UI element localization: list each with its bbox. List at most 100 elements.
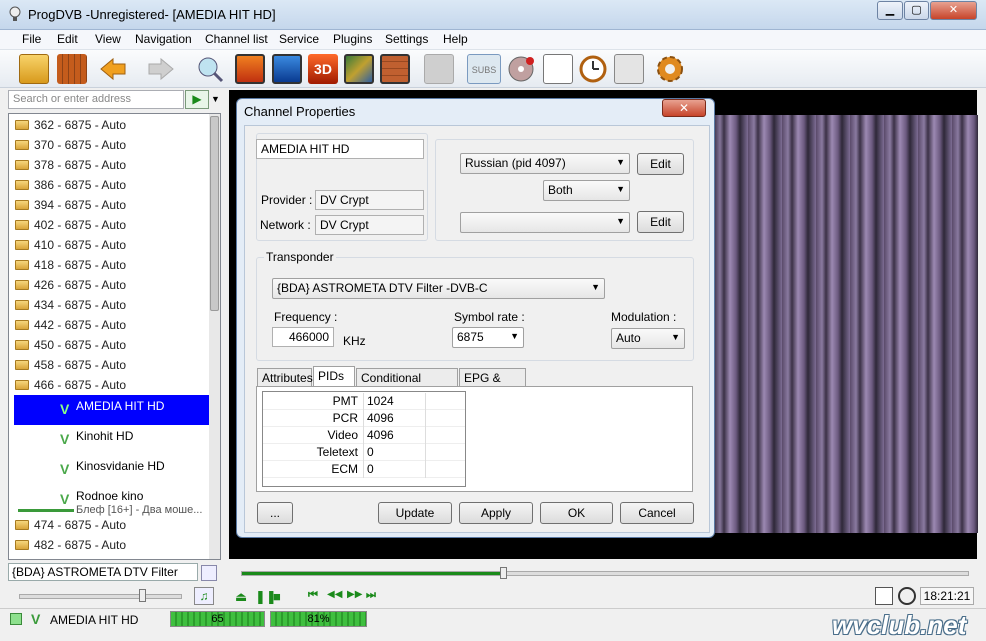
transponder-item[interactable]: 386 - 6875 - Auto [9,175,209,195]
transponder-item[interactable]: 394 - 6875 - Auto [9,195,209,215]
transponder-item[interactable]: 450 - 6875 - Auto [9,335,209,355]
menu-navigation[interactable]: Navigation [135,32,192,46]
address-input[interactable]: Search or enter address [8,90,184,109]
menu-file[interactable]: File [22,32,41,46]
more-button[interactable]: ... [257,502,293,524]
list-view-icon[interactable] [201,565,217,581]
device-select[interactable]: {BDA} ASTROMETA DTV Filter -DVB-C ▼ [272,278,605,299]
settings-gear-icon[interactable] [655,54,685,84]
volume-slider[interactable] [19,594,182,599]
frequency-field[interactable]: 466000 [272,327,334,347]
timer-clock-icon[interactable] [898,587,916,605]
transponder-item[interactable]: 434 - 6875 - Auto [9,295,209,315]
transponder-item[interactable]: 402 - 6875 - Auto [9,215,209,235]
scrollbar-thumb[interactable] [210,116,219,311]
monitor-icon[interactable] [235,54,265,84]
ok-button[interactable]: OK [540,502,613,524]
cancel-button[interactable]: Cancel [620,502,694,524]
menu-channel-list[interactable]: Channel list [205,32,268,46]
subtitles-icon[interactable]: SUBS [467,54,501,84]
menu-service[interactable]: Service [279,32,319,46]
chevron-down-icon: ▼ [616,184,625,194]
transponder-item[interactable]: 410 - 6875 - Auto [9,235,209,255]
toolbar: 3D SUBS [0,50,986,88]
dialog-close-button[interactable]: ✕ [662,99,706,117]
modulation-select[interactable]: Auto ▼ [611,328,685,349]
network-field[interactable]: DV Crypt [315,215,424,235]
folder-icon [15,120,29,130]
tab-conditional-access[interactable]: Conditional Access [356,368,458,399]
previous-icon[interactable]: ⏮ [308,589,318,602]
epg-document-icon[interactable] [543,54,573,84]
menu-edit[interactable]: Edit [57,32,78,46]
back-arrow-icon[interactable] [98,54,128,84]
channel-item[interactable]: V Kinosvidanie HD [14,455,210,485]
volume-thumb[interactable] [139,589,146,602]
transponder-item[interactable]: 482 - 6875 - Auto [9,535,209,555]
channel-item[interactable]: V Rodnoe kino Блеф [16+] - Два моше... [14,485,210,516]
grid-preview-icon[interactable] [380,54,410,84]
open-folder-icon[interactable] [19,54,49,84]
transponder-item-open[interactable]: 466 - 6875 - Auto [9,375,209,395]
edit-audio-button[interactable]: Edit [637,153,684,175]
transponder-label: Transponder [264,250,336,264]
menu-view[interactable]: View [95,32,121,46]
minimize-button[interactable]: ▁ [877,1,903,20]
audio-note-icon[interactable]: ♫ [194,587,214,605]
channel-list[interactable]: 362 - 6875 - Auto 370 - 6875 - Auto 378 … [8,113,221,560]
menu-settings[interactable]: Settings [385,32,428,46]
transponder-item[interactable]: 370 - 6875 - Auto [9,135,209,155]
mosaic-icon[interactable] [344,54,374,84]
next-icon[interactable]: ⏭ [366,589,376,602]
subtitle-select[interactable]: ▼ [460,212,630,233]
table-row: ECM 0 [263,461,465,478]
menu-plugins[interactable]: Plugins [333,32,372,46]
provider-field[interactable]: DV Crypt [315,190,424,210]
channel-item-selected[interactable]: V AMEDIA HIT HD [14,395,210,425]
folder-icon [15,300,29,310]
table-row: PMT 1024 [263,393,465,410]
equalizer-icon[interactable] [875,587,893,605]
pids-table[interactable]: PMT 1024 PCR 4096 Video 4096 Teletext 0 ECM 0 [262,391,466,487]
stop-icon[interactable]: ■ [273,589,281,604]
menu-help[interactable]: Help [443,32,468,46]
screen-icon[interactable] [272,54,302,84]
transponder-item[interactable]: 418 - 6875 - Auto [9,255,209,275]
scheduler-icon[interactable] [614,54,644,84]
scan-search-icon[interactable] [195,54,225,84]
channel-name-field[interactable]: AMEDIA HIT HD [256,139,424,159]
forward-arrow-icon[interactable] [146,54,176,84]
eject-icon[interactable]: ⏏ [235,589,247,605]
edit-subtitle-button[interactable]: Edit [637,211,684,233]
update-button[interactable]: Update [378,502,452,524]
symbol-rate-select[interactable]: 6875 ▼ [452,327,524,348]
film-icon[interactable] [57,54,87,84]
channel-item[interactable]: V Kinohit HD [14,425,210,455]
tab-pids[interactable]: PIDs [313,366,355,388]
transponder-item[interactable]: 362 - 6875 - Auto [9,115,209,135]
three-d-icon[interactable]: 3D [308,54,338,84]
tab-attributes[interactable]: Attributes [257,368,313,387]
transponder-item[interactable]: 442 - 6875 - Auto [9,315,209,335]
fast-forward-icon[interactable]: ▶▶ [347,589,362,600]
apply-button[interactable]: Apply [459,502,533,524]
recordings-icon[interactable] [424,54,454,84]
close-button[interactable]: ✕ [930,1,977,20]
seek-thumb[interactable] [500,567,507,579]
go-button[interactable]: ▶ [185,90,209,109]
transponder-item[interactable]: 458 - 6875 - Auto [9,355,209,375]
disc-icon[interactable] [506,54,536,84]
tab-epg-logo[interactable]: EPG & Logo [459,368,526,399]
address-dropdown-icon[interactable]: ▼ [211,94,220,104]
transponder-item[interactable]: 378 - 6875 - Auto [9,155,209,175]
clock-icon[interactable] [578,54,608,84]
maximize-button[interactable]: ▢ [904,1,929,20]
transponder-item[interactable]: 426 - 6875 - Auto [9,275,209,295]
channel-icon: V [31,611,41,627]
frequency-label: Frequency : [274,310,338,324]
transponder-item[interactable]: 474 - 6875 - Auto [9,515,209,535]
rewind-icon[interactable]: ◀◀ [327,589,342,600]
clock-display: 18:21:21 [920,587,974,605]
audio-track-select[interactable]: Russian (pid 4097) ▼ [460,153,630,174]
audio-channel-select[interactable]: Both ▼ [543,180,630,201]
